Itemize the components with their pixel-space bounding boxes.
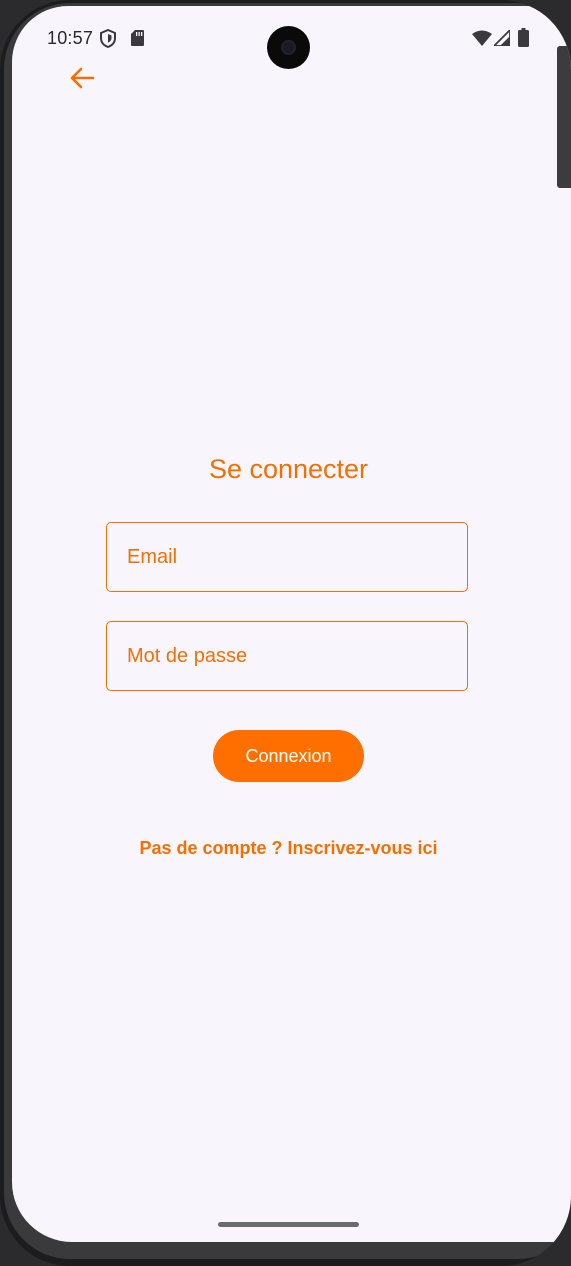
home-indicator[interactable] [218, 1222, 359, 1227]
app-screen: 10:57 Se connecter Email Connexion Pas d… [12, 6, 571, 1242]
email-field[interactable] [106, 522, 468, 592]
password-input[interactable] [107, 622, 467, 690]
signal-icon [494, 30, 510, 46]
password-field[interactable] [106, 621, 468, 691]
back-button[interactable] [62, 58, 102, 98]
phone-frame: 10:57 Se connecter Email Connexion Pas d… [0, 0, 571, 1266]
email-input[interactable] [107, 523, 467, 591]
login-button[interactable]: Connexion [213, 730, 364, 782]
shield-icon [100, 29, 116, 48]
signup-link[interactable]: Pas de compte ? Inscrivez-vous ici [12, 838, 565, 859]
wifi-icon [472, 30, 492, 46]
status-time: 10:57 [47, 28, 94, 48]
page-title: Se connecter [208, 454, 369, 484]
arrow-left-icon [70, 67, 95, 89]
battery-icon [518, 28, 529, 47]
sd-card-icon [131, 30, 144, 46]
edge-strip [557, 46, 571, 188]
front-camera [267, 26, 310, 69]
